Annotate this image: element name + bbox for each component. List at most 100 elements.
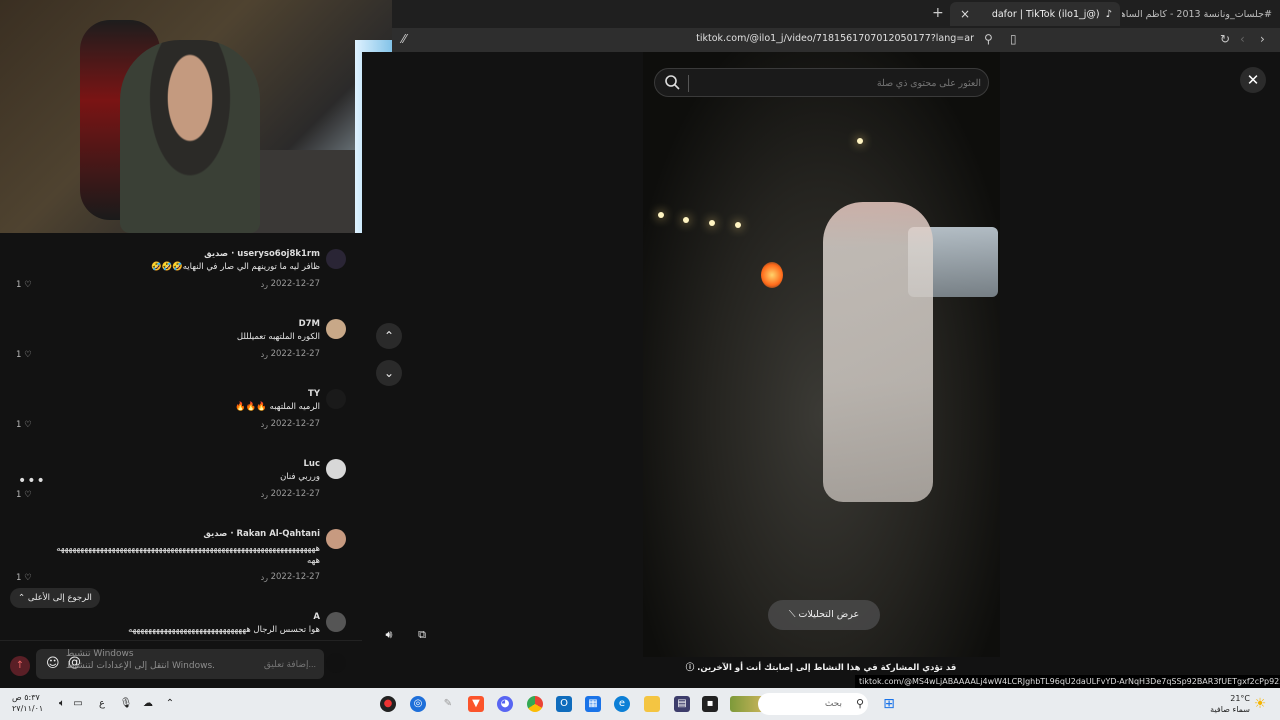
emoji-icon[interactable]: ☺: [46, 656, 60, 671]
like-count[interactable]: 1 ♡: [16, 490, 32, 500]
cloud-icon[interactable]: ☁: [140, 696, 156, 712]
discord-icon[interactable]: ◕: [497, 696, 513, 712]
pip-icon[interactable]: ⧉: [411, 624, 433, 646]
reply-button[interactable]: رد: [261, 490, 268, 499]
comment-text: الكوره الملتهبه تعميلللل: [236, 332, 320, 342]
avatar[interactable]: [326, 529, 346, 549]
windows-start-icon[interactable]: ⊞: [881, 696, 897, 712]
comment-user[interactable]: TY: [308, 389, 320, 399]
fireball: [761, 262, 783, 288]
tab-strip: + ♪ (@ilo1_j) dafor | TikTok × #جلسات_ون…: [392, 0, 1280, 28]
webcam-overlay: [0, 0, 392, 233]
new-tab-button[interactable]: +: [932, 5, 944, 21]
search-bar: [654, 68, 989, 97]
chrome-icon[interactable]: [527, 696, 543, 712]
speaker-icon[interactable]: 🔈︎: [54, 696, 70, 712]
reply-button[interactable]: رد: [261, 280, 268, 289]
site-settings-icon[interactable]: ⚲: [984, 32, 993, 46]
bookmark-icon[interactable]: ▯: [1010, 32, 1017, 46]
comment-item: Luc ورربي فنان 2022-12-27 رد 1 ♡: [0, 455, 362, 525]
show-hidden-icons[interactable]: ⌃: [162, 696, 178, 712]
avatar[interactable]: [326, 249, 346, 269]
reply-button[interactable]: رد: [261, 573, 268, 582]
search-icon: ⚲: [855, 697, 865, 710]
light: [857, 138, 863, 144]
terminal-icon[interactable]: ▪: [702, 696, 718, 712]
volume-icon[interactable]: 🔊︎: [378, 624, 400, 646]
chart-icon: ⟋: [788, 609, 796, 620]
user-avatar: [326, 653, 346, 673]
streamer: [120, 40, 260, 233]
warning-text: قد تؤدي المشاركة في هذا النشاط إلى إصابت…: [697, 663, 957, 673]
url-field[interactable]: tiktok.com/@ilo1_j/video/718156170701205…: [696, 33, 974, 44]
comment-date: 2022-12-27: [270, 349, 320, 359]
comment-item: D7M الكوره الملتهبه تعميلللل 2022-12-27 …: [0, 315, 362, 385]
forward-icon[interactable]: ›: [1260, 32, 1265, 46]
reply-button[interactable]: رد: [261, 350, 268, 359]
language-icon[interactable]: ع: [94, 696, 110, 712]
activate-windows-title: تنشيط Windows: [66, 649, 134, 659]
weather-widget[interactable]: 21°C سماء صافية: [1210, 693, 1250, 715]
like-count[interactable]: 1 ♡: [16, 420, 32, 430]
network-icon[interactable]: ▭: [70, 696, 86, 712]
comment-date: 2022-12-27: [270, 279, 320, 289]
previous-video-button[interactable]: ⌃: [376, 323, 402, 349]
reload-icon[interactable]: ↻: [1220, 32, 1230, 46]
comment-user[interactable]: Luc: [303, 459, 320, 469]
calculator-icon[interactable]: ▤: [674, 696, 690, 712]
light: [709, 220, 715, 226]
more-options-icon[interactable]: •••: [18, 473, 46, 489]
tab-title: (@ilo1_j) dafor | TikTok: [991, 8, 1100, 20]
outlook-icon[interactable]: O: [556, 696, 572, 712]
video-player[interactable]: [643, 52, 1000, 657]
microphone-icon[interactable]: 🎙︎: [118, 696, 134, 712]
like-number: 1: [16, 573, 22, 583]
store-icon[interactable]: ▦: [585, 696, 601, 712]
tab-title: #جلسات_ونانسة 2013 - كاظم الساهر ...: [1122, 8, 1272, 20]
avatar[interactable]: [326, 319, 346, 339]
close-icon[interactable]: ✕: [1240, 67, 1266, 93]
extension-icon[interactable]: ⁄⁄: [402, 32, 406, 46]
comment-user[interactable]: useryso6oj8k1rm · صديق: [204, 249, 320, 259]
like-count[interactable]: 1 ♡: [16, 350, 32, 360]
like-count[interactable]: 1 ♡: [16, 280, 32, 290]
clock[interactable]: ٥:٣٧ ص ٢٧/١١/٠١: [12, 692, 43, 714]
comment-item: TY الرميه الملتهبه 🔥🔥🔥 2022-12-27 رد 1 ♡: [0, 385, 362, 455]
obs-icon[interactable]: ●: [380, 696, 396, 712]
tab-tiktok[interactable]: ♪ (@ilo1_j) dafor | TikTok: [950, 2, 1120, 26]
info-icon: ⓘ: [685, 663, 695, 673]
light: [683, 217, 689, 223]
search-icon[interactable]: [664, 74, 680, 90]
like-count[interactable]: 1 ♡: [16, 573, 32, 583]
folder-icon[interactable]: [644, 696, 660, 712]
comment-user[interactable]: D7M: [299, 319, 320, 329]
back-to-top-button[interactable]: الرجوع إلى الأعلى ⌃: [10, 588, 100, 608]
post-comment-button[interactable]: ↑: [10, 656, 30, 676]
reply-button[interactable]: رد: [261, 420, 268, 429]
avatar[interactable]: [326, 389, 346, 409]
comments-panel: useryso6oj8k1rm · صديق ظافر ليه ما تورين…: [0, 233, 362, 688]
comment-item: useryso6oj8k1rm · صديق ظافر ليه ما تورين…: [0, 245, 362, 315]
edge-icon[interactable]: e: [614, 696, 630, 712]
tab-other[interactable]: #جلسات_ونانسة 2013 - كاظم الساهر ...: [1122, 2, 1280, 26]
avatar[interactable]: [326, 612, 346, 632]
app-icon[interactable]: ◎: [410, 696, 426, 712]
back-icon[interactable]: ‹: [1240, 32, 1245, 46]
view-analytics-button[interactable]: عرض التحليلات ⟋: [768, 600, 880, 630]
like-number: 1: [16, 350, 22, 360]
comment-text: هوا تحسس الرجال هههههههههههههههههههههههه…: [128, 625, 320, 635]
taskbar-search-label: بحث: [824, 699, 842, 709]
clock-time: ٥:٣٧ ص: [12, 693, 40, 702]
comment-date: 2022-12-27: [270, 489, 320, 499]
safety-warning: قد تؤدي المشاركة في هذا النشاط إلى إصابت…: [362, 660, 1280, 676]
search-input[interactable]: [691, 73, 981, 93]
avatar[interactable]: [326, 459, 346, 479]
brave-icon[interactable]: ▼: [468, 696, 484, 712]
next-video-button[interactable]: ⌄: [376, 360, 402, 386]
pen-icon[interactable]: ✎: [440, 696, 456, 712]
close-tab-icon[interactable]: ×: [958, 7, 972, 21]
comment-user[interactable]: Rakan Al-Qahtani · صديق: [203, 529, 320, 539]
comment-user[interactable]: A: [313, 612, 320, 622]
activate-windows-hint: انتقل إلى الإعدادات لتنشيط Windows.: [66, 661, 215, 671]
weather-desc: سماء صافية: [1210, 705, 1250, 714]
